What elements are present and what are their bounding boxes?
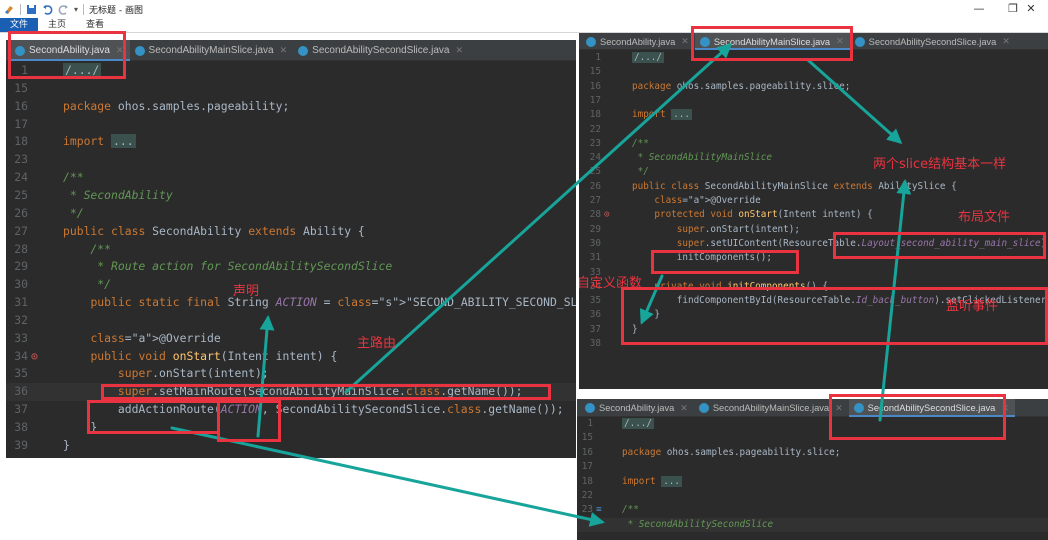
arrow-same-structure-top xyxy=(806,58,903,144)
highlight-action-constant xyxy=(217,400,281,442)
highlight-main-slice-tab xyxy=(691,26,853,61)
highlight-second-ability-tab xyxy=(8,31,126,79)
highlight-layout-file xyxy=(833,232,1046,259)
highlight-init-components-call xyxy=(651,250,799,274)
annotation-listener: 监听事件 xyxy=(946,299,999,314)
annotation-arrows xyxy=(170,42,912,527)
annotation-declare: 声明 xyxy=(233,284,260,299)
highlight-set-main-route xyxy=(101,384,551,400)
highlight-add-action-route xyxy=(87,400,220,434)
annotation-main-route: 主路由 xyxy=(357,336,397,351)
annotation-custom-function: 自定义函数 xyxy=(577,276,643,291)
highlight-second-slice-tab xyxy=(829,394,1006,440)
annotation-layout-file: 布局文件 xyxy=(958,210,1011,225)
arrow-action-route-to-second-slice xyxy=(170,426,605,527)
annotation-same-structure: 两个slice结构基本一样 xyxy=(873,157,1007,172)
